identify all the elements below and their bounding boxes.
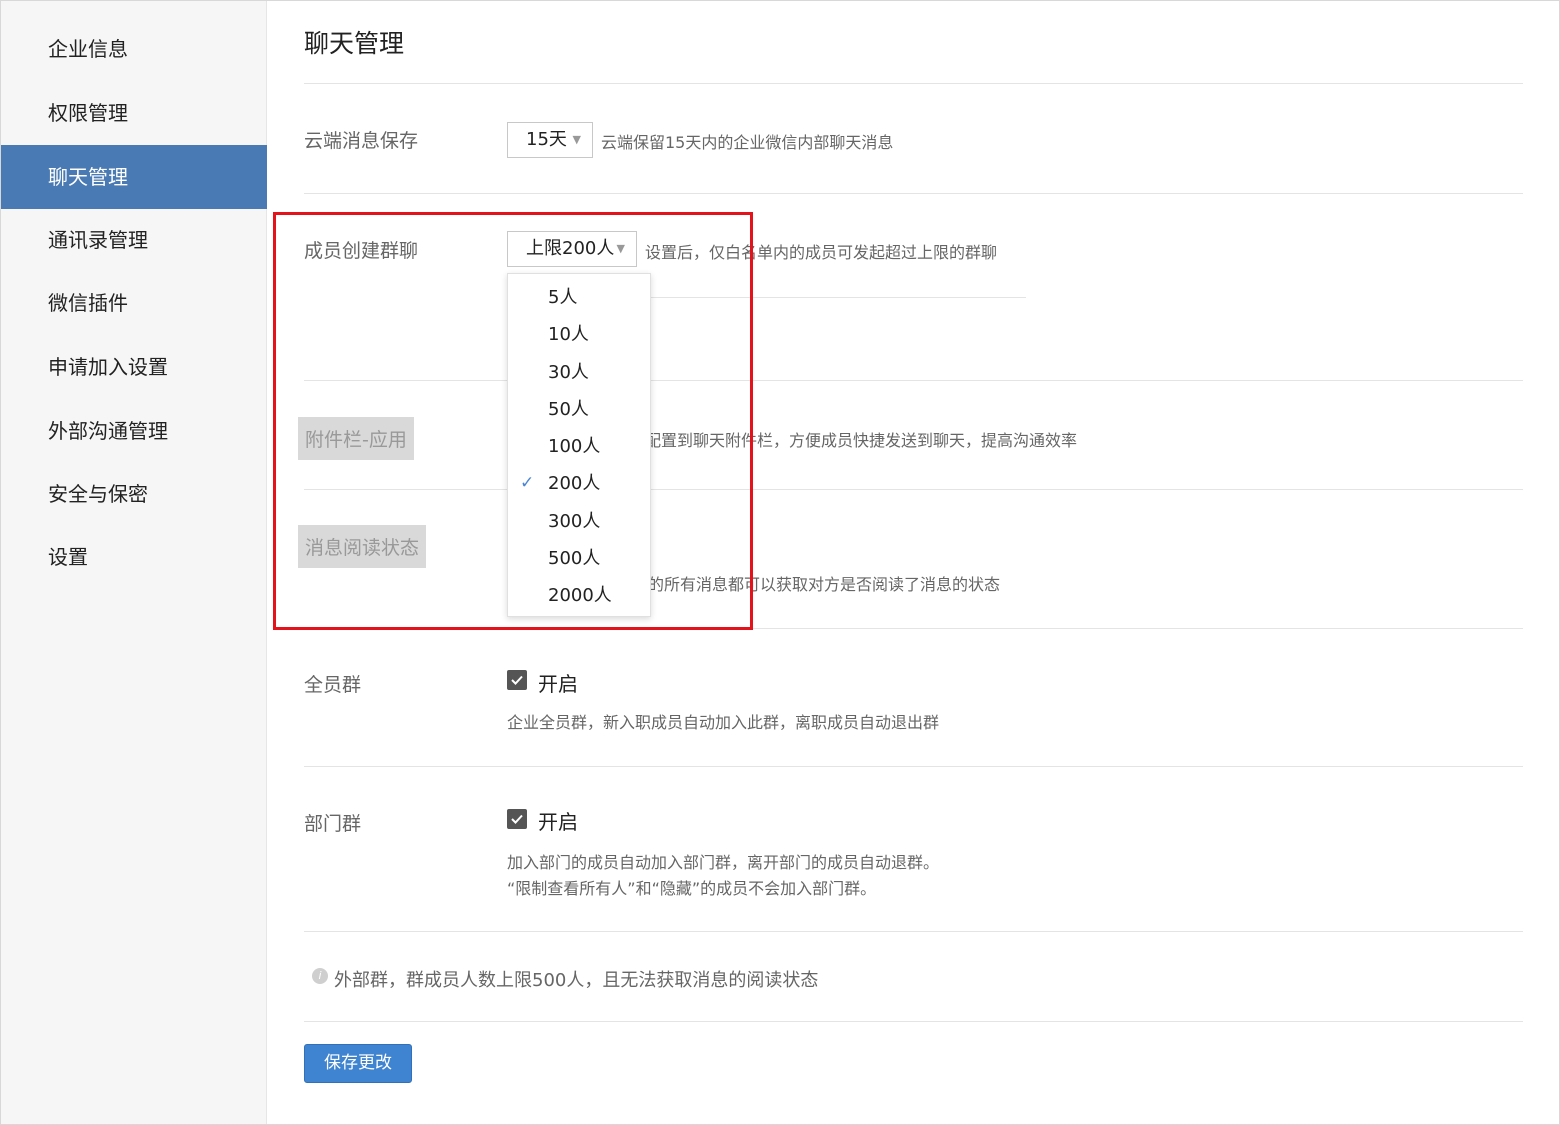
member-group-label: 成员创建群聊 — [304, 240, 419, 262]
chevron-down-icon: ▼ — [616, 242, 625, 255]
member-group-limit-select[interactable]: 上限200人 ▼ — [507, 231, 637, 267]
checkmark-icon — [511, 675, 523, 685]
department-group-label: 部门群 — [304, 813, 362, 835]
sidebar-item-wechat-plugin[interactable]: 微信插件 — [1, 271, 267, 335]
dropdown-option-selected[interactable]: ✓ 200人 — [508, 465, 650, 502]
attachment-bar-description: 配置到聊天附件栏，方便成员快捷发送到聊天，提高沟通效率 — [645, 431, 1078, 450]
dropdown-option[interactable]: 300人 — [508, 503, 650, 540]
divider — [304, 1021, 1523, 1022]
divider — [304, 628, 1523, 629]
divider — [304, 931, 1523, 932]
read-status-label: 消息阅读状态 — [298, 525, 427, 568]
department-group-description-line2: “限制查看所有人”和“隐藏”的成员不会加入部门群。 — [507, 879, 877, 898]
dropdown-option-label: 200人 — [548, 473, 601, 494]
cloud-storage-select-value: 15天 — [526, 129, 567, 150]
member-limit-dropdown: 5人 10人 30人 50人 100人 ✓ 200人 300人 500人 200… — [507, 273, 651, 617]
cloud-storage-description: 云端保留15天内的企业微信内部聊天消息 — [601, 133, 894, 152]
divider — [304, 766, 1523, 767]
info-icon: i — [312, 968, 328, 984]
member-group-select-value: 上限200人 — [526, 238, 615, 259]
dropdown-option[interactable]: 500人 — [508, 540, 650, 577]
chevron-down-icon: ▼ — [572, 133, 581, 146]
dropdown-option[interactable]: 100人 — [508, 428, 650, 465]
divider — [304, 380, 1523, 381]
department-group-description-line1: 加入部门的成员自动加入部门群，离开部门的成员自动退群。 — [507, 853, 940, 872]
all-staff-group-checkbox[interactable] — [507, 670, 527, 690]
department-group-checkbox-label[interactable]: 开启 — [538, 806, 578, 835]
save-changes-button[interactable]: 保存更改 — [304, 1044, 412, 1083]
page-title: 聊天管理 — [304, 29, 405, 58]
sidebar: 企业信息 权限管理 聊天管理 通讯录管理 微信插件 申请加入设置 外部沟通管理 … — [1, 1, 267, 1124]
all-staff-group-label: 全员群 — [304, 674, 362, 696]
sidebar-item-join-settings[interactable]: 申请加入设置 — [1, 335, 267, 399]
member-group-description: 设置后，仅白名单内的成员可发起超过上限的群聊 — [645, 243, 998, 262]
sidebar-item-enterprise-info[interactable]: 企业信息 — [1, 17, 267, 81]
dropdown-option[interactable]: 30人 — [508, 354, 650, 391]
sidebar-item-permissions[interactable]: 权限管理 — [1, 81, 267, 145]
all-staff-group-checkbox-label[interactable]: 开启 — [538, 668, 578, 697]
external-group-note: 外部群，群成员人数上限500人，且无法获取消息的阅读状态 — [334, 970, 819, 991]
dropdown-option[interactable]: 10人 — [508, 316, 650, 353]
sidebar-item-security[interactable]: 安全与保密 — [1, 462, 267, 526]
department-group-checkbox[interactable] — [507, 809, 527, 829]
divider — [645, 297, 1026, 298]
checkmark-icon: ✓ — [520, 473, 535, 493]
divider — [304, 193, 1523, 194]
divider — [304, 83, 1523, 84]
dropdown-option[interactable]: 5人 — [508, 279, 650, 316]
cloud-storage-select[interactable]: 15天 ▼ — [507, 122, 593, 158]
read-status-description: 的所有消息都可以获取对方是否阅读了消息的状态 — [648, 575, 1001, 594]
dropdown-option[interactable]: 2000人 — [508, 577, 650, 614]
dropdown-option[interactable]: 50人 — [508, 391, 650, 428]
checkmark-icon — [511, 814, 523, 824]
sidebar-item-contacts[interactable]: 通讯录管理 — [1, 208, 267, 272]
sidebar-item-external-comm[interactable]: 外部沟通管理 — [1, 399, 267, 463]
sidebar-item-settings[interactable]: 设置 — [1, 525, 267, 589]
cloud-storage-label: 云端消息保存 — [304, 130, 419, 152]
divider — [304, 489, 1523, 490]
all-staff-group-description: 企业全员群，新入职成员自动加入此群，离职成员自动退出群 — [507, 713, 940, 732]
attachment-bar-label: 附件栏-应用 — [298, 417, 414, 460]
sidebar-item-chat-management[interactable]: 聊天管理 — [1, 145, 267, 209]
